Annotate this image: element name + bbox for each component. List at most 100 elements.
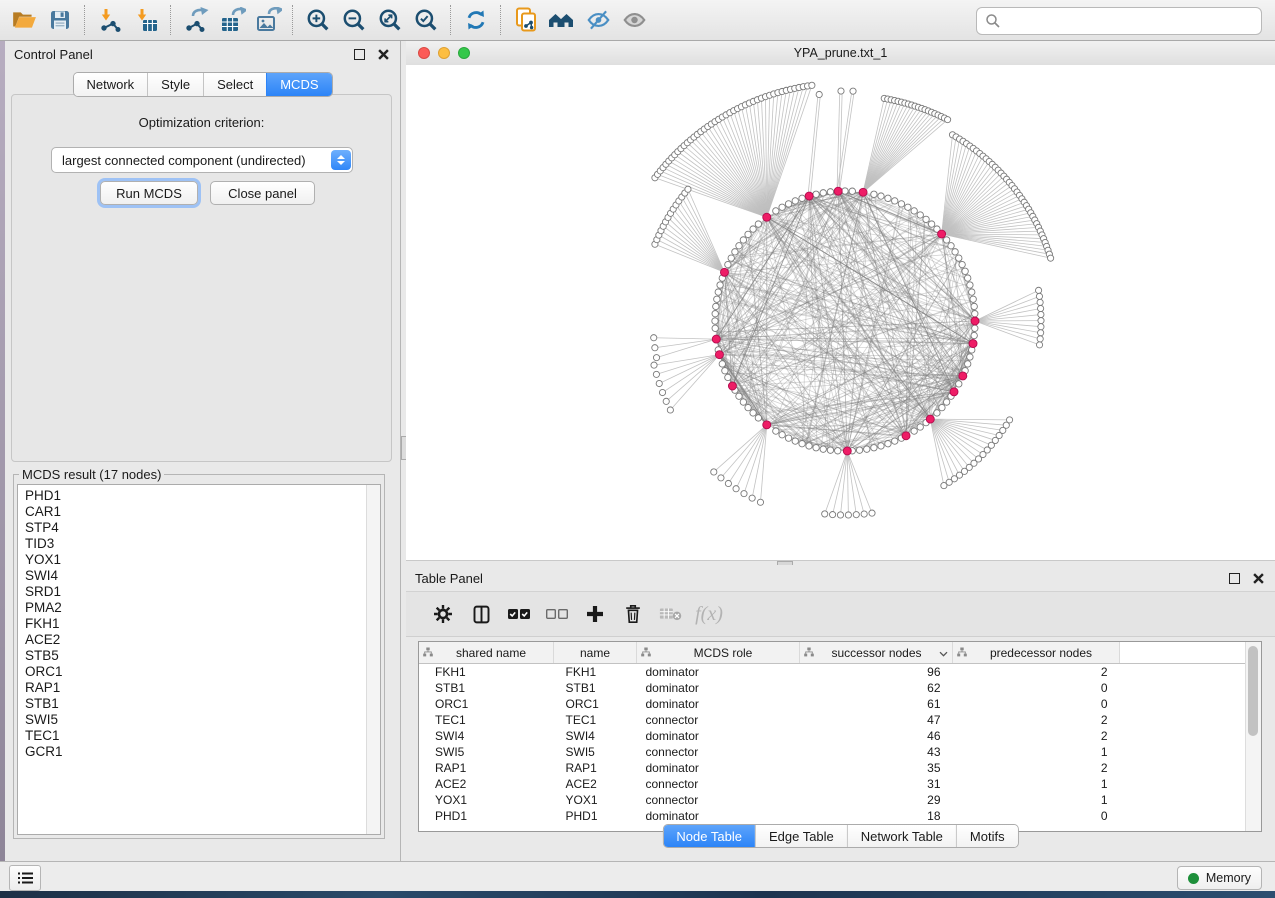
mcds-result-item[interactable]: PHD1 (25, 488, 366, 504)
network-overview-icon[interactable] (544, 3, 580, 37)
column-header-predecessor-nodes[interactable]: predecessor nodes (953, 642, 1120, 664)
network-node[interactable] (750, 226, 756, 232)
table-cell[interactable]: SWI4 (554, 728, 637, 744)
network-node[interactable] (943, 237, 949, 243)
network-node[interactable] (652, 345, 658, 351)
network-node[interactable] (827, 447, 833, 453)
mcds-result-item[interactable]: STB1 (25, 696, 366, 712)
network-node[interactable] (948, 243, 954, 249)
mcds-hub-node[interactable] (720, 268, 728, 276)
zoom-in-icon[interactable] (300, 3, 336, 37)
network-node[interactable] (849, 188, 855, 194)
mcds-result-item[interactable]: STP4 (25, 520, 366, 536)
mcds-result-item[interactable]: YOX1 (25, 552, 366, 568)
select-all-icon[interactable] (500, 596, 538, 632)
table-row[interactable]: PHD1PHD1dominator180 (419, 808, 1247, 824)
network-node[interactable] (733, 486, 739, 492)
network-node[interactable] (962, 268, 968, 274)
network-node[interactable] (1038, 318, 1044, 324)
table-settings-icon[interactable] (424, 596, 462, 632)
column-header-name[interactable]: name (554, 642, 637, 664)
table-cell[interactable]: 61 (800, 696, 953, 712)
table-cell[interactable]: 31 (800, 776, 953, 792)
delete-column-icon[interactable] (614, 596, 652, 632)
network-node[interactable] (719, 361, 725, 367)
table-cell[interactable]: 62 (800, 680, 953, 696)
export-table-icon[interactable] (214, 3, 250, 37)
network-node[interactable] (959, 261, 965, 267)
network-node[interactable] (755, 415, 761, 421)
network-node[interactable] (773, 428, 779, 434)
table-cell[interactable]: YOX1 (419, 792, 554, 808)
mcds-hub-node[interactable] (859, 188, 867, 196)
column-header-shared-name[interactable]: shared name (419, 642, 554, 664)
network-node[interactable] (711, 469, 717, 475)
network-node[interactable] (792, 438, 798, 444)
mcds-hub-node[interactable] (728, 382, 736, 390)
network-node[interactable] (885, 441, 891, 447)
network-node[interactable] (736, 243, 742, 249)
network-node[interactable] (972, 325, 978, 331)
table-cell[interactable]: SWI5 (554, 744, 637, 760)
table-cell[interactable]: 1 (953, 776, 1120, 792)
network-node[interactable] (856, 447, 862, 453)
tab-style[interactable]: Style (147, 73, 203, 96)
scrollbar-thumb[interactable] (1248, 646, 1258, 736)
network-node[interactable] (745, 231, 751, 237)
network-node[interactable] (663, 398, 669, 404)
table-cell[interactable]: 2 (953, 760, 1120, 776)
table-cell[interactable]: 29 (800, 792, 953, 808)
table-cell[interactable]: connector (637, 712, 800, 728)
table-scrollbar[interactable] (1245, 642, 1261, 831)
network-node[interactable] (934, 410, 940, 416)
network-node[interactable] (785, 201, 791, 207)
network-node[interactable] (715, 289, 721, 295)
network-node[interactable] (845, 512, 851, 518)
mcds-hub-node[interactable] (843, 447, 851, 455)
table-cell[interactable]: RAP1 (419, 760, 554, 776)
network-node[interactable] (869, 510, 875, 516)
mcds-result-item[interactable]: SWI5 (25, 712, 366, 728)
tab-select[interactable]: Select (203, 73, 266, 96)
network-node[interactable] (740, 237, 746, 243)
network-node[interactable] (685, 186, 691, 192)
network-node[interactable] (892, 438, 898, 444)
network-node[interactable] (740, 399, 746, 405)
mcds-hub-node[interactable] (763, 421, 771, 429)
mcds-hub-node[interactable] (715, 351, 723, 359)
add-column-icon[interactable] (576, 596, 614, 632)
network-node[interactable] (1048, 255, 1054, 261)
column-header-successor-nodes[interactable]: successor nodes (800, 642, 953, 664)
table-cell[interactable]: RAP1 (554, 760, 637, 776)
network-node[interactable] (799, 195, 805, 201)
minimize-window-icon[interactable] (438, 47, 450, 59)
table-cell[interactable]: YOX1 (554, 792, 637, 808)
table-cell[interactable]: PHD1 (419, 808, 554, 824)
network-node[interactable] (651, 335, 657, 341)
network-node[interactable] (820, 190, 826, 196)
table-cell[interactable]: 18 (800, 808, 953, 824)
network-node[interactable] (967, 282, 973, 288)
table-row[interactable]: STB1STB1dominator620 (419, 680, 1247, 696)
mcds-result-item[interactable]: FKH1 (25, 616, 366, 632)
network-node[interactable] (956, 255, 962, 261)
table-cell[interactable]: 0 (953, 680, 1120, 696)
table-row[interactable]: ACE2ACE2connector311 (419, 776, 1247, 792)
table-cell[interactable]: SWI4 (419, 728, 554, 744)
float-panel-icon[interactable] (351, 46, 367, 62)
import-network-icon[interactable] (92, 3, 128, 37)
network-node[interactable] (965, 361, 971, 367)
network-node[interactable] (923, 216, 929, 222)
network-node[interactable] (838, 88, 844, 94)
table-cell[interactable]: PHD1 (554, 808, 637, 824)
network-node[interactable] (822, 511, 828, 517)
network-node[interactable] (885, 195, 891, 201)
table-row[interactable]: FKH1FKH1dominator962 (419, 664, 1247, 681)
network-node[interactable] (911, 428, 917, 434)
network-node[interactable] (820, 446, 826, 452)
network-node[interactable] (718, 475, 724, 481)
network-node[interactable] (809, 82, 815, 88)
network-node[interactable] (653, 355, 659, 361)
network-node[interactable] (967, 354, 973, 360)
mcds-hub-node[interactable] (938, 230, 946, 238)
